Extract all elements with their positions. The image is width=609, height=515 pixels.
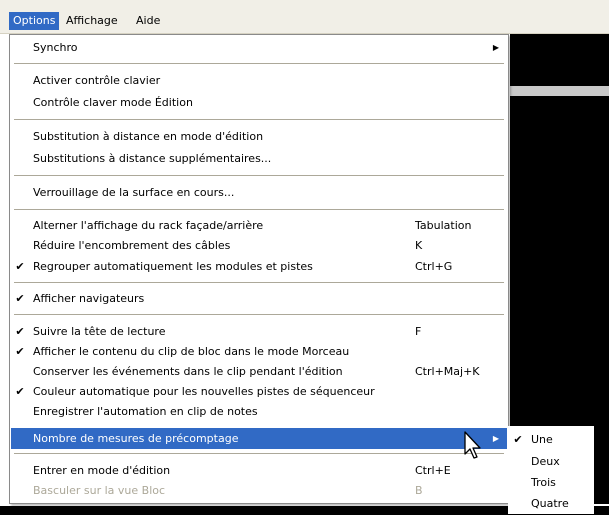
checkmark-icon: ✔ <box>15 345 25 358</box>
menu-item-afficher-contenu-clip[interactable]: ✔ Afficher le contenu du clip de bloc da… <box>11 342 507 362</box>
menu-separator <box>14 63 504 64</box>
menu-separator <box>14 175 504 176</box>
menu-separator <box>14 453 504 454</box>
app-band <box>510 86 609 96</box>
submenu-item-label: Deux <box>531 455 560 468</box>
menu-item-label: Suivre la tête de lecture <box>33 325 166 338</box>
menu-item-label: Conserver les événements dans le clip pe… <box>33 365 343 378</box>
submenu-item-trois[interactable]: Trois <box>509 472 593 493</box>
menu-item-label: Synchro <box>33 41 78 54</box>
menu-item-shortcut: Ctrl+E <box>415 464 451 477</box>
menu-separator <box>14 119 504 120</box>
menu-item-suivre-tete-lecture[interactable]: ✔ Suivre la tête de lecture F <box>11 322 507 342</box>
menu-item-label: Verrouillage de la surface en cours... <box>33 186 235 199</box>
checkmark-icon: ✔ <box>15 260 25 273</box>
menu-bar: Options Affichage Aide <box>0 0 609 34</box>
menu-affichage[interactable]: Affichage <box>62 12 122 30</box>
menu-item-entrer-mode-edition[interactable]: Entrer en mode d'édition Ctrl+E <box>11 461 507 481</box>
menu-item-shortcut: Ctrl+G <box>415 260 453 273</box>
menu-item-regrouper-modules-pistes[interactable]: ✔ Regrouper automatiquement les modules … <box>11 257 507 277</box>
menu-item-shortcut: Tabulation <box>415 219 472 232</box>
submenu-arrow-icon: ▶ <box>492 43 499 52</box>
menu-item-verrouillage-surface[interactable]: Verrouillage de la surface en cours... <box>11 183 507 203</box>
menu-item-substitution-distance[interactable]: Substitution à distance en mode d'éditio… <box>11 127 507 147</box>
menu-item-label: Entrer en mode d'édition <box>33 464 171 477</box>
checkmark-icon: ✔ <box>15 385 25 398</box>
menu-item-nombre-mesures-precomptage[interactable]: Nombre de mesures de précomptage ▶ <box>11 428 507 449</box>
menu-item-shortcut: F <box>415 325 422 338</box>
menu-item-controle-clavier-mode-edition[interactable]: Contrôle claver mode Édition <box>11 93 507 113</box>
submenu-item-label: Trois <box>531 476 556 489</box>
checkmark-icon: ✔ <box>15 325 25 338</box>
checkmark-icon: ✔ <box>15 292 25 305</box>
menu-separator <box>14 282 504 283</box>
checkmark-icon: ✔ <box>513 433 523 446</box>
menu-item-afficher-navigateurs[interactable]: ✔ Afficher navigateurs <box>11 289 507 309</box>
precomptage-submenu: ✔ Une Deux Trois Quatre <box>508 426 594 514</box>
submenu-item-une[interactable]: ✔ Une <box>509 429 593 450</box>
submenu-item-quatre[interactable]: Quatre <box>509 493 593 514</box>
menu-item-alterner-affichage-rack[interactable]: Alterner l'affichage du rack façade/arri… <box>11 216 507 236</box>
menu-item-enregistrer-automation[interactable]: Enregistrer l'automation en clip de note… <box>11 402 507 422</box>
menu-options[interactable]: Options <box>9 12 60 30</box>
menu-item-label: Activer contrôle clavier <box>33 74 161 87</box>
submenu-item-deux[interactable]: Deux <box>509 451 593 472</box>
menu-item-label: Réduire l'encombrement des câbles <box>33 239 231 252</box>
menu-item-label: Couleur automatique pour les nouvelles p… <box>33 385 375 398</box>
menu-item-label: Alterner l'affichage du rack façade/arri… <box>33 219 264 232</box>
menu-item-label: Contrôle claver mode Édition <box>33 96 193 109</box>
menu-item-synchro[interactable]: Synchro ▶ <box>11 38 507 58</box>
menu-aide[interactable]: Aide <box>132 12 164 30</box>
menu-item-conserver-evenements[interactable]: Conserver les événements dans le clip pe… <box>11 362 507 382</box>
menu-item-shortcut: K <box>415 239 423 252</box>
menu-item-label: Nombre de mesures de précomptage <box>33 432 239 445</box>
menu-item-shortcut: B <box>415 484 423 497</box>
options-dropdown-menu: Synchro ▶ Activer contrôle clavier Contr… <box>9 34 509 504</box>
menu-item-activer-controle-clavier[interactable]: Activer contrôle clavier <box>11 71 507 91</box>
menu-item-label: Enregistrer l'automation en clip de note… <box>33 405 258 418</box>
submenu-item-label: Une <box>531 433 553 446</box>
menu-item-basculer-vue-bloc: Basculer sur la vue Bloc B <box>11 481 507 501</box>
mouse-cursor-icon <box>464 431 481 459</box>
menu-item-reduire-encombrement-cables[interactable]: Réduire l'encombrement des câbles K <box>11 236 507 256</box>
menu-item-couleur-automatique[interactable]: ✔ Couleur automatique pour les nouvelles… <box>11 382 507 402</box>
menu-item-label: Substitutions à distance supplémentaires… <box>33 152 272 165</box>
menu-item-label: Afficher navigateurs <box>33 292 145 305</box>
menu-item-label: Substitution à distance en mode d'éditio… <box>33 130 264 143</box>
submenu-arrow-icon: ▶ <box>492 434 499 443</box>
menu-item-substitutions-supplementaires[interactable]: Substitutions à distance supplémentaires… <box>11 149 507 169</box>
menu-item-label: Afficher le contenu du clip de bloc dans… <box>33 345 350 358</box>
menu-item-label: Basculer sur la vue Bloc <box>33 484 166 497</box>
menu-item-shortcut: Ctrl+Maj+K <box>415 365 480 378</box>
menu-separator <box>14 209 504 210</box>
submenu-item-label: Quatre <box>531 497 569 510</box>
menu-separator <box>14 314 504 315</box>
menu-item-label: Regrouper automatiquement les modules et… <box>33 260 313 273</box>
